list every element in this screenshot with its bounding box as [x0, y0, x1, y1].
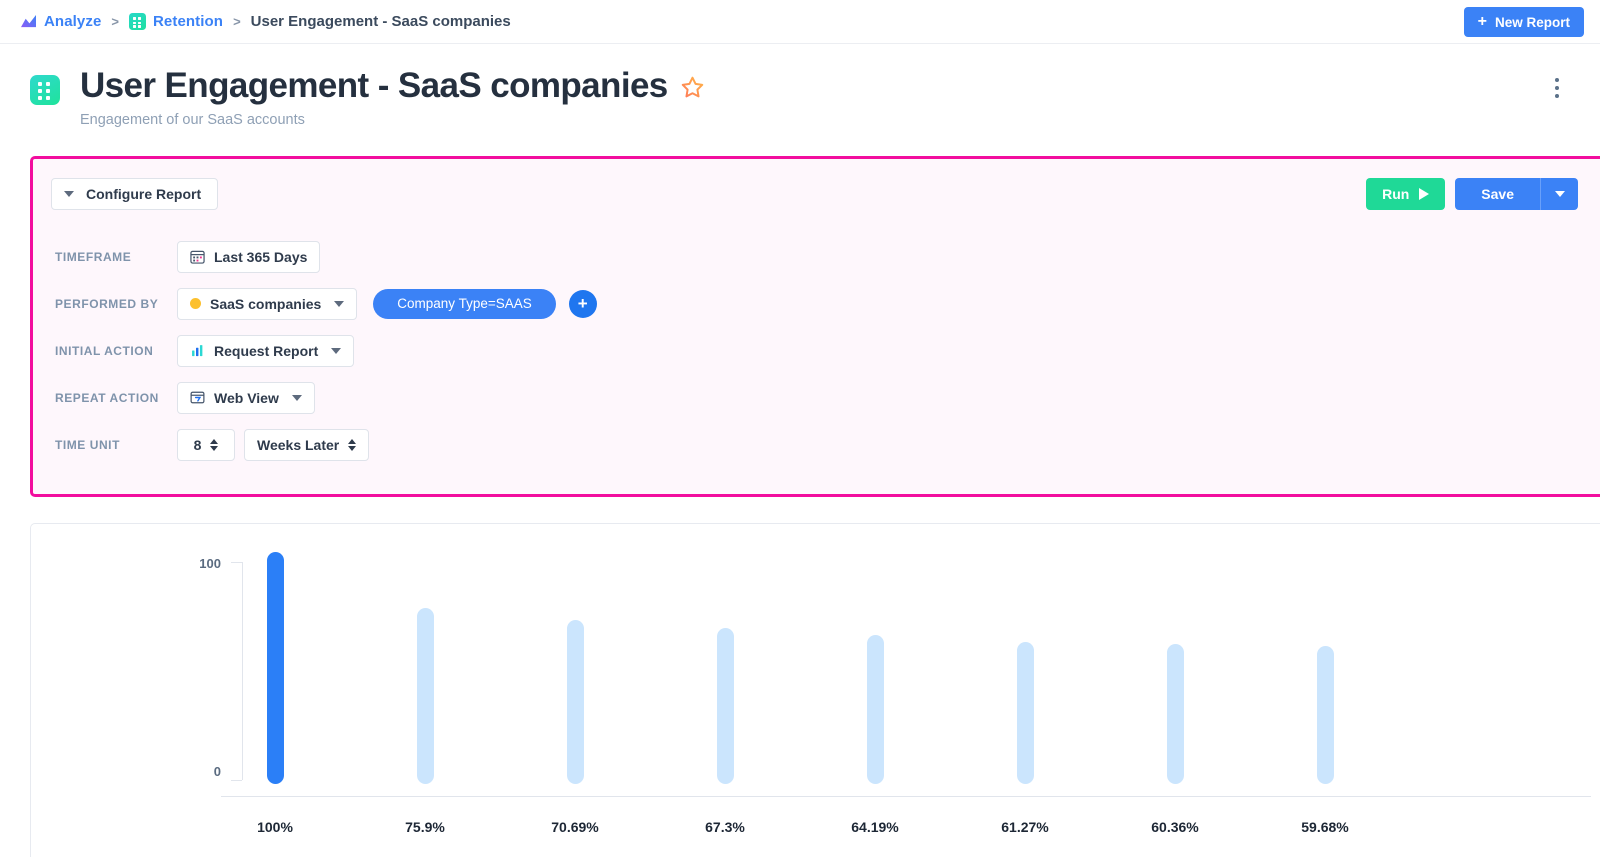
cohort-dot-icon [190, 298, 201, 310]
add-filter-button[interactable]: + [568, 289, 597, 318]
time-unit-select[interactable]: Weeks Later [244, 428, 370, 461]
breadcrumb-retention-label: Retention [152, 13, 224, 30]
save-button[interactable]: Save [1455, 178, 1540, 211]
configure-report-button[interactable]: Configure Report [51, 178, 219, 211]
chart-bar[interactable] [675, 552, 775, 785]
config-toolbar: Configure Report Run Save [33, 177, 1600, 211]
performed-by-label: PERFORMED BY [55, 296, 159, 311]
more-options-icon[interactable] [1551, 74, 1563, 102]
breadcrumb-item-analyze[interactable]: Analyze [20, 13, 101, 30]
performed-by-value: SaaS companies [210, 295, 322, 312]
breadcrumb-current-label: User Engagement - SaaS companies [250, 13, 511, 30]
chart-bar-fill [1166, 644, 1184, 785]
time-unit-value: Weeks Later [257, 436, 340, 453]
chart-bar-fill [716, 628, 734, 785]
retention-chart-card: 100 0 100% 75.9% 70.69% 67.3% 64.19% 61.27% 60… [30, 523, 1600, 857]
breadcrumb-item-retention[interactable]: Retention [128, 13, 224, 30]
chart-x-label: 64.19% [851, 819, 899, 836]
config-actions: Run Save [1366, 178, 1578, 211]
initial-action-field[interactable]: Request Report [177, 334, 355, 367]
bar-chart-icon [192, 345, 203, 357]
filter-pill-company-type[interactable]: Company Type=SAAS [373, 288, 556, 319]
row-repeat-action: REPEAT ACTION Web View [55, 374, 1600, 421]
stepper-arrows-icon [348, 438, 357, 451]
y-axis-tick-min: 0 [213, 764, 221, 780]
row-initial-action: INITIAL ACTION Request Report [55, 327, 1600, 374]
timeframe-label: TIMEFRAME [55, 249, 132, 264]
chart-bar[interactable] [1125, 552, 1225, 785]
breadcrumb-analyze-label: Analyze [44, 13, 102, 30]
row-performed-by: PERFORMED BY SaaS companies Company Type… [55, 280, 1600, 327]
run-button[interactable]: Run [1366, 178, 1446, 211]
web-view-icon [190, 391, 205, 404]
chart-x-label: 59.68% [1301, 819, 1349, 836]
row-timeframe: TIMEFRAME Last 365 Days [55, 233, 1600, 280]
page-title-text: User Engagement - SaaS companies [80, 66, 668, 105]
retention-grid-icon [128, 13, 146, 30]
chart-bar-fill [866, 635, 884, 785]
time-unit-count-stepper[interactable]: 8 [177, 428, 235, 461]
breadcrumb-separator-2: > [233, 14, 241, 29]
configure-report-label: Configure Report [86, 186, 202, 203]
x-axis-line [221, 796, 1591, 798]
y-axis-tick-max: 100 [199, 556, 221, 572]
favorite-star-icon[interactable] [680, 75, 705, 100]
repeat-action-label: REPEAT ACTION [55, 390, 159, 405]
page-header: User Engagement - SaaS companies Engagem… [0, 44, 1600, 128]
breadcrumb-bar: Analyze > Retention > User Engagement - … [0, 0, 1600, 44]
chart-bar-fill [1016, 642, 1034, 785]
plus-icon: + [1477, 13, 1487, 30]
page-subtitle: Engagement of our SaaS accounts [80, 112, 305, 129]
chart-x-label: 60.36% [1151, 819, 1199, 836]
new-report-button[interactable]: + New Report [1463, 7, 1584, 37]
chart-bar[interactable] [825, 552, 925, 785]
chart-bar[interactable] [1275, 552, 1375, 785]
timeframe-field[interactable]: Last 365 Days [177, 240, 321, 273]
stepper-arrows-icon [210, 438, 219, 451]
chart-bar-fill [266, 552, 284, 785]
analyze-icon [21, 14, 36, 28]
chart-bar-fill [566, 620, 584, 785]
chart-x-label: 100% [257, 819, 293, 836]
chart-bar-fill [1316, 646, 1334, 785]
performed-by-field[interactable]: SaaS companies [177, 287, 358, 320]
chevron-down-icon [1554, 191, 1565, 198]
chart-x-labels: 100% 75.9% 70.69% 67.3% 64.19% 61.27% 60.36% 59… [253, 819, 1553, 839]
chart-x-label: 67.3% [705, 819, 745, 836]
timeframe-value: Last 365 Days [214, 248, 308, 265]
report-type-icon [30, 75, 60, 105]
time-unit-label: TIME UNIT [55, 437, 120, 452]
chart-x-label: 70.69% [551, 819, 599, 836]
save-dropdown-button[interactable] [1540, 178, 1578, 211]
initial-action-label: INITIAL ACTION [55, 343, 154, 358]
chevron-down-icon [331, 347, 342, 354]
chevron-down-icon [334, 300, 345, 307]
page-title: User Engagement - SaaS companies [80, 66, 705, 105]
config-form: TIMEFRAME Last 365 Days PERFORMED BY Saa… [33, 233, 1600, 468]
play-icon [1419, 188, 1430, 201]
repeat-action-value: Web View [214, 389, 279, 406]
initial-action-value: Request Report [214, 342, 319, 359]
chevron-down-icon [291, 394, 302, 401]
new-report-label: New Report [1494, 14, 1570, 30]
breadcrumb-separator-1: > [111, 14, 119, 29]
row-time-unit: TIME UNIT 8 Weeks Later [55, 421, 1600, 468]
calendar-icon [190, 250, 205, 264]
chart-bar[interactable] [525, 552, 625, 785]
chart-x-label: 61.27% [1001, 819, 1049, 836]
chart-bar[interactable] [375, 552, 475, 785]
repeat-action-field[interactable]: Web View [177, 381, 315, 414]
chart-bar-fill [416, 608, 434, 785]
run-label: Run [1382, 186, 1410, 203]
time-unit-count-value: 8 [193, 436, 202, 453]
chart-bar[interactable] [225, 552, 325, 785]
save-button-group: Save [1455, 178, 1578, 211]
chevron-down-icon [64, 191, 74, 198]
chart-x-label: 75.9% [405, 819, 445, 836]
chart-bars [253, 552, 1553, 785]
configure-report-panel: Configure Report Run Save TIMEFRAME Last… [30, 156, 1600, 498]
chart-bar[interactable] [975, 552, 1075, 785]
